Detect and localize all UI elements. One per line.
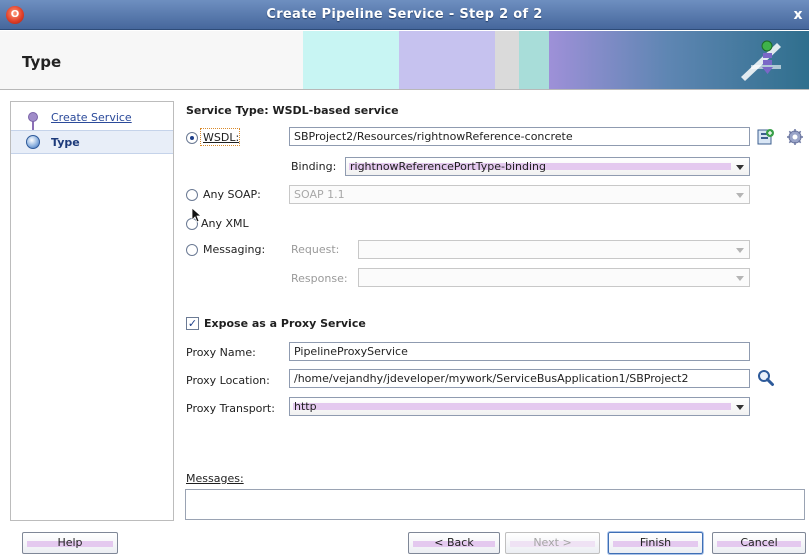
any-soap-label: Any SOAP: <box>203 188 261 201</box>
gear-icon[interactable] <box>786 128 804 146</box>
page-title: Type <box>22 53 62 71</box>
window-title: Create Pipeline Service - Step 2 of 2 <box>266 7 543 22</box>
chevron-down-icon <box>736 193 744 198</box>
cancel-button[interactable]: Cancel <box>712 532 806 554</box>
wizard-header: Type <box>0 31 809 90</box>
pipeline-graphic <box>741 40 781 81</box>
messages-label: Messages: <box>186 472 244 485</box>
header-band-lavender <box>399 31 495 89</box>
next-button[interactable]: Next > <box>505 532 600 554</box>
finish-button[interactable]: Finish <box>608 532 703 554</box>
chevron-down-icon <box>736 276 744 281</box>
wizard-steps-panel: Create Service Type <box>10 101 174 521</box>
messaging-radio[interactable] <box>186 244 198 256</box>
expose-proxy-label: Expose as a Proxy Service <box>204 317 366 330</box>
proxy-location-field[interactable]: /home/vejandhy/jdeveloper/mywork/Service… <box>289 369 750 388</box>
binding-value: rightnowReferencePortType-binding <box>350 160 546 173</box>
back-button[interactable]: < Back <box>408 532 500 554</box>
soap-version-value: SOAP 1.1 <box>294 188 345 201</box>
nav-item-type[interactable]: Type <box>11 130 173 154</box>
chevron-down-icon <box>736 405 744 410</box>
finish-button-label: Finish <box>639 536 672 549</box>
back-button-label: < Back <box>434 536 474 549</box>
nav-item-create-service[interactable]: Create Service <box>11 106 173 146</box>
next-button-label: Next > <box>533 536 572 549</box>
proxy-location-label: Proxy Location: <box>186 374 270 387</box>
request-label: Request: <box>291 243 340 256</box>
proxy-transport-label: Proxy Transport: <box>186 402 275 415</box>
cancel-button-label: Cancel <box>740 536 778 549</box>
proxy-name-field[interactable]: PipelineProxyService <box>289 342 750 361</box>
chevron-down-icon <box>736 165 744 170</box>
chevron-down-icon <box>736 248 744 253</box>
response-label: Response: <box>291 272 348 285</box>
response-select[interactable] <box>358 268 750 287</box>
wsdl-field[interactable]: SBProject2/Resources/rightnowReference-c… <box>289 127 750 146</box>
proxy-transport-value: http <box>294 400 317 413</box>
wsdl-browse-icon[interactable] <box>757 128 775 146</box>
help-button-label: Help <box>57 536 83 549</box>
soap-version-select[interactable]: SOAP 1.1 <box>289 185 750 204</box>
step-visited-icon <box>28 112 38 122</box>
header-band-gray <box>495 31 519 89</box>
messaging-label: Messaging: <box>203 243 266 256</box>
expose-proxy-checkbox[interactable]: ✓ <box>186 317 199 330</box>
mouse-cursor-icon <box>191 207 203 223</box>
header-band-cyan <box>303 31 399 89</box>
header-band-teal <box>519 31 549 89</box>
nav-item-label: Create Service <box>51 111 132 124</box>
proxy-name-label: Proxy Name: <box>186 346 256 359</box>
wsdl-label: WSDL: <box>203 131 240 144</box>
binding-select[interactable]: rightnowReferencePortType-binding <box>345 157 750 176</box>
any-soap-radio[interactable] <box>186 189 198 201</box>
section-title: Service Type: WSDL-based service <box>186 104 399 117</box>
help-button[interactable]: Help <box>22 532 118 554</box>
title-bar: O Create Pipeline Service - Step 2 of 2 … <box>0 0 809 30</box>
any-xml-label: Any XML <box>201 217 249 230</box>
request-select[interactable] <box>358 240 750 259</box>
proxy-transport-select[interactable]: http <box>289 397 750 416</box>
step-current-icon <box>26 135 40 149</box>
messages-area <box>185 489 805 520</box>
wsdl-radio[interactable] <box>186 132 198 144</box>
close-icon[interactable]: x <box>790 6 806 24</box>
select-highlight <box>293 403 731 410</box>
search-icon[interactable] <box>757 369 775 387</box>
binding-label: Binding: <box>291 160 337 173</box>
nav-item-label: Type <box>51 136 80 149</box>
